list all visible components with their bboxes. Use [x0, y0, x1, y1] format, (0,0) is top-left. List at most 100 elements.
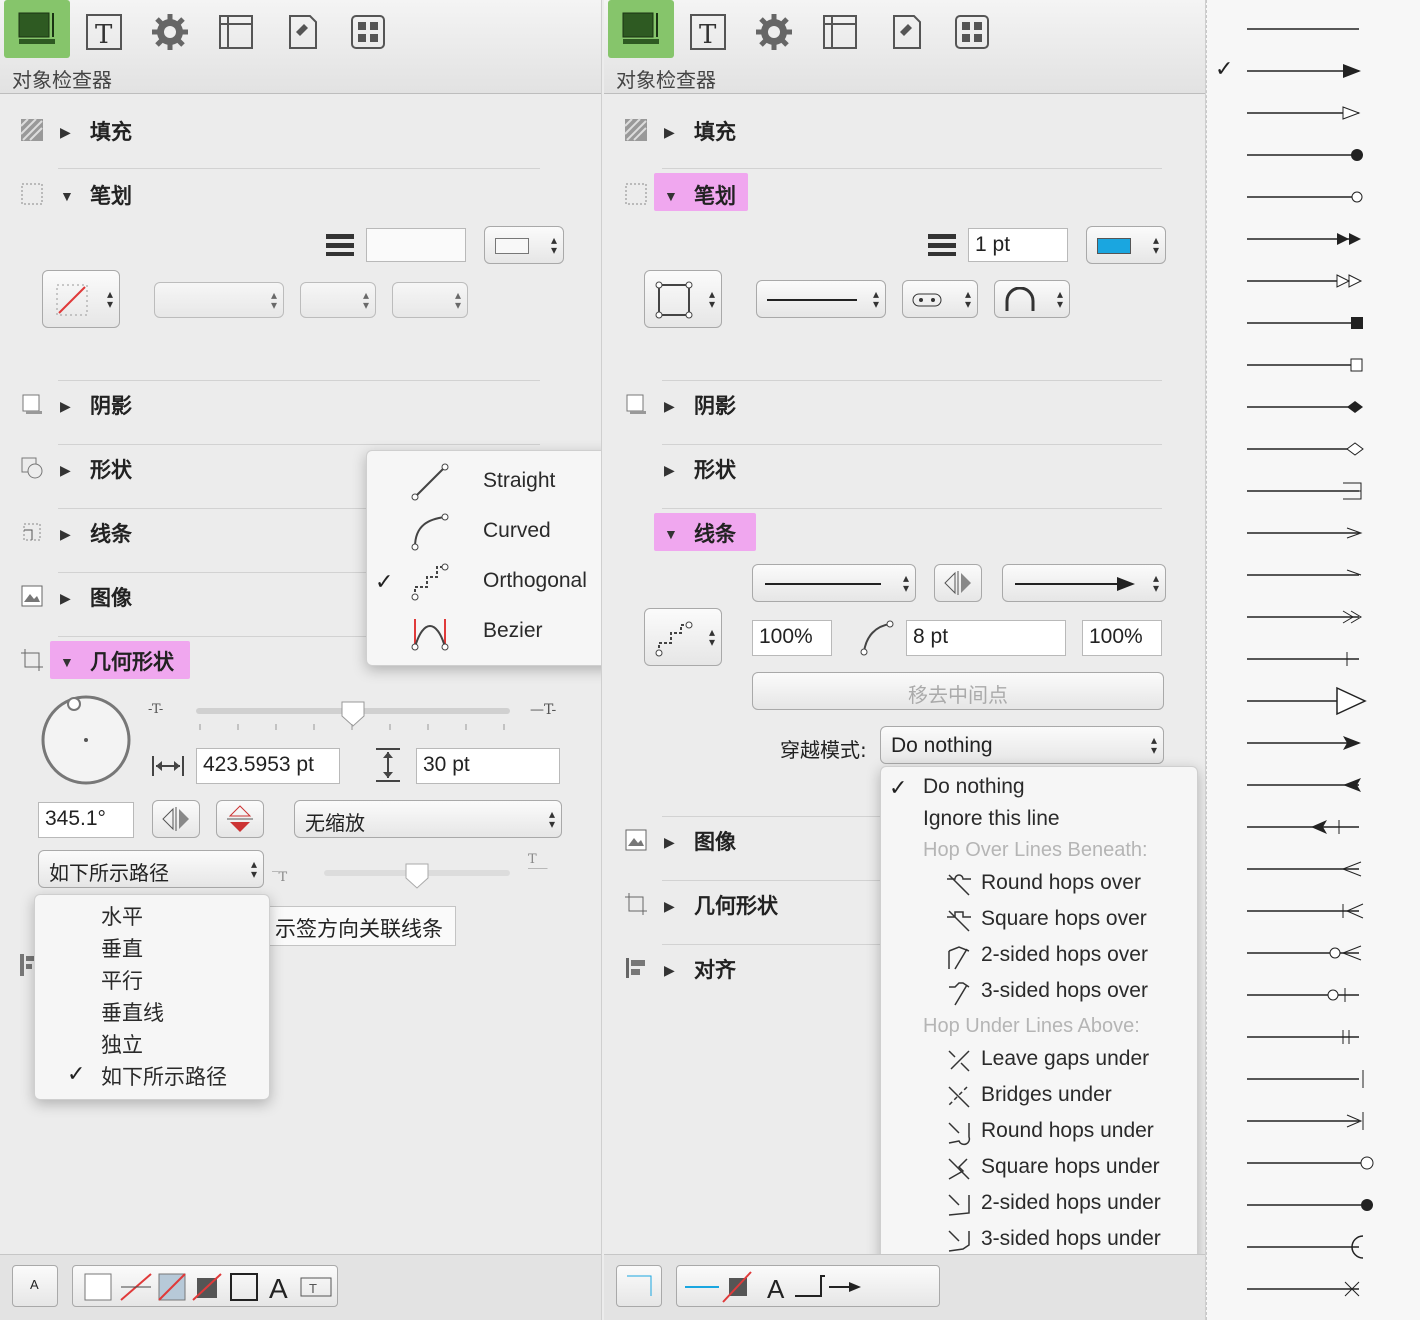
arrowhead-option[interactable]: [1247, 854, 1367, 884]
menu-item[interactable]: Ignore this line: [923, 807, 1060, 831]
section-shadow[interactable]: ▶ 阴影: [0, 378, 601, 432]
menu-item[interactable]: 垂直线: [101, 997, 164, 1027]
arrowhead-option[interactable]: [1247, 1022, 1367, 1052]
section-fill[interactable]: ▶ 填充: [0, 104, 601, 158]
grid-inspector-tab[interactable]: [342, 6, 394, 58]
stroke-cap-popup[interactable]: ▴ ▾: [902, 280, 978, 318]
flip-horizontal-button[interactable]: [152, 800, 200, 838]
disclosure-triangle-icon[interactable]: ▶: [60, 462, 71, 479]
arrowhead-option[interactable]: [1247, 896, 1367, 926]
arrowhead-option[interactable]: [1247, 1148, 1374, 1178]
stroke-join-popup[interactable]: ▴ ▾: [994, 280, 1070, 318]
stroke-width-field[interactable]: 1 pt: [968, 228, 1068, 262]
disclosure-triangle-icon[interactable]: ▶: [664, 898, 675, 915]
line-routing-popup[interactable]: ▴ ▾: [644, 608, 722, 666]
menu-item[interactable]: Square hops under: [981, 1155, 1160, 1179]
style-shelf[interactable]: AT: [72, 1265, 338, 1307]
menu-item[interactable]: 3-sided hops under: [981, 1227, 1161, 1251]
slider-knob[interactable]: [404, 862, 430, 890]
disclosure-triangle-icon[interactable]: ▶: [664, 962, 675, 979]
disclosure-triangle-icon[interactable]: ▶: [60, 124, 71, 141]
menu-item[interactable]: 独立: [101, 1029, 143, 1059]
menu-item-curved[interactable]: Curved: [483, 519, 551, 543]
section-shape[interactable]: ▶ 形状: [604, 442, 1205, 496]
document-inspector-tab[interactable]: [276, 6, 328, 58]
text-inspector-tab[interactable]: T: [78, 6, 130, 58]
style-inspector-tab[interactable]: [608, 0, 674, 58]
document-inspector-tab[interactable]: [880, 6, 932, 58]
arrowhead-option[interactable]: [1247, 686, 1367, 716]
menu-item[interactable]: 垂直: [101, 933, 143, 963]
section-stroke[interactable]: ▼ 笔划: [604, 168, 1205, 222]
disclosure-triangle-icon[interactable]: ▼: [60, 188, 74, 204]
height-field[interactable]: 30 pt: [416, 748, 560, 784]
arrowhead-option[interactable]: [1247, 434, 1367, 464]
arrowhead-option[interactable]: [1247, 1106, 1367, 1136]
line-type-popup[interactable]: ▴ ▾: [42, 270, 120, 328]
line-start-popup[interactable]: ▴ ▾: [752, 564, 916, 602]
settings-inspector-tab[interactable]: [144, 6, 196, 58]
arrowhead-option[interactable]: [1247, 770, 1367, 800]
arrowhead-option[interactable]: [1247, 182, 1367, 212]
arrowhead-option[interactable]: [1247, 308, 1367, 338]
menu-item-straight[interactable]: Straight: [483, 469, 555, 493]
disclosure-triangle-icon[interactable]: ▶: [60, 398, 71, 415]
menu-item[interactable]: 如下所示路径: [101, 1061, 227, 1091]
arrowhead-option[interactable]: [1247, 1190, 1373, 1220]
stroke-width-field[interactable]: [366, 228, 466, 262]
arrowhead-option[interactable]: [1247, 938, 1367, 968]
arrowhead-option[interactable]: [1247, 1064, 1367, 1094]
arrowhead-option[interactable]: [1247, 812, 1367, 842]
line-style-button[interactable]: [616, 1265, 662, 1307]
menu-item[interactable]: 2-sided hops over: [981, 943, 1148, 967]
section-lines[interactable]: ▼ 线条: [604, 506, 1205, 560]
arrowhead-option[interactable]: [1247, 644, 1367, 674]
scale-popup[interactable]: 无缩放 ▴ ▾: [294, 800, 562, 838]
section-stroke[interactable]: ▼ 笔划: [0, 168, 601, 222]
arrowhead-option[interactable]: [1247, 602, 1367, 632]
arrowhead-option[interactable]: [1247, 140, 1367, 170]
disclosure-triangle-icon[interactable]: ▶: [664, 398, 675, 415]
menu-item-orthogonal[interactable]: Orthogonal: [483, 569, 587, 593]
menu-item[interactable]: Round hops over: [981, 871, 1141, 895]
disclosure-triangle-icon[interactable]: ▼: [664, 188, 678, 204]
arrowhead-option[interactable]: [1247, 350, 1367, 380]
disclosure-triangle-icon[interactable]: ▶: [60, 526, 71, 543]
label-path-popup[interactable]: 如下所示路径 ▴ ▾: [38, 850, 264, 888]
disclosure-triangle-icon[interactable]: ▼: [664, 526, 678, 542]
end-scale-field[interactable]: 100%: [1082, 620, 1162, 656]
arrowhead-option[interactable]: [1247, 224, 1367, 254]
stroke-pattern-popup[interactable]: ▴ ▾: [154, 282, 284, 318]
style-shelf[interactable]: A: [676, 1265, 940, 1307]
menu-item[interactable]: Square hops over: [981, 907, 1147, 931]
line-type-popup[interactable]: ▴ ▾: [644, 270, 722, 328]
arrowhead-option[interactable]: [1247, 56, 1367, 86]
menu-item[interactable]: 2-sided hops under: [981, 1191, 1161, 1215]
arrowhead-option[interactable]: [1247, 728, 1367, 758]
arrowhead-option[interactable]: [1247, 98, 1367, 128]
disclosure-triangle-icon[interactable]: ▶: [664, 834, 675, 851]
menu-item[interactable]: Bridges under: [981, 1083, 1112, 1107]
flip-vertical-button[interactable]: [216, 800, 264, 838]
grid-inspector-tab[interactable]: [946, 6, 998, 58]
menu-item[interactable]: Do nothing: [923, 775, 1025, 799]
crossing-mode-popup[interactable]: Do nothing ▴ ▾: [880, 726, 1164, 764]
arrowhead-option[interactable]: [1247, 392, 1367, 422]
canvas-inspector-tab[interactable]: [814, 6, 866, 58]
menu-item[interactable]: Leave gaps under: [981, 1047, 1149, 1071]
section-fill[interactable]: ▶ 填充: [604, 104, 1205, 158]
remove-midpoints-button[interactable]: 移去中间点: [752, 672, 1164, 710]
rotation-field[interactable]: 345.1°: [38, 802, 134, 838]
arrowhead-option[interactable]: [1247, 266, 1367, 296]
corner-radius-field[interactable]: 8 pt: [906, 620, 1066, 656]
canvas-inspector-tab[interactable]: [210, 6, 262, 58]
stroke-color-well[interactable]: ▴ ▾: [484, 226, 564, 264]
swap-line-ends-button[interactable]: [934, 564, 982, 602]
stroke-pattern-popup[interactable]: ▴ ▾: [756, 280, 886, 318]
menu-item[interactable]: 平行: [101, 965, 143, 995]
arrowhead-option[interactable]: [1247, 1274, 1367, 1304]
start-scale-field[interactable]: 100%: [752, 620, 832, 656]
menu-item[interactable]: 水平: [101, 901, 143, 931]
stroke-cap-popup[interactable]: ▴ ▾: [300, 282, 376, 318]
stroke-join-popup[interactable]: ▴ ▾: [392, 282, 468, 318]
